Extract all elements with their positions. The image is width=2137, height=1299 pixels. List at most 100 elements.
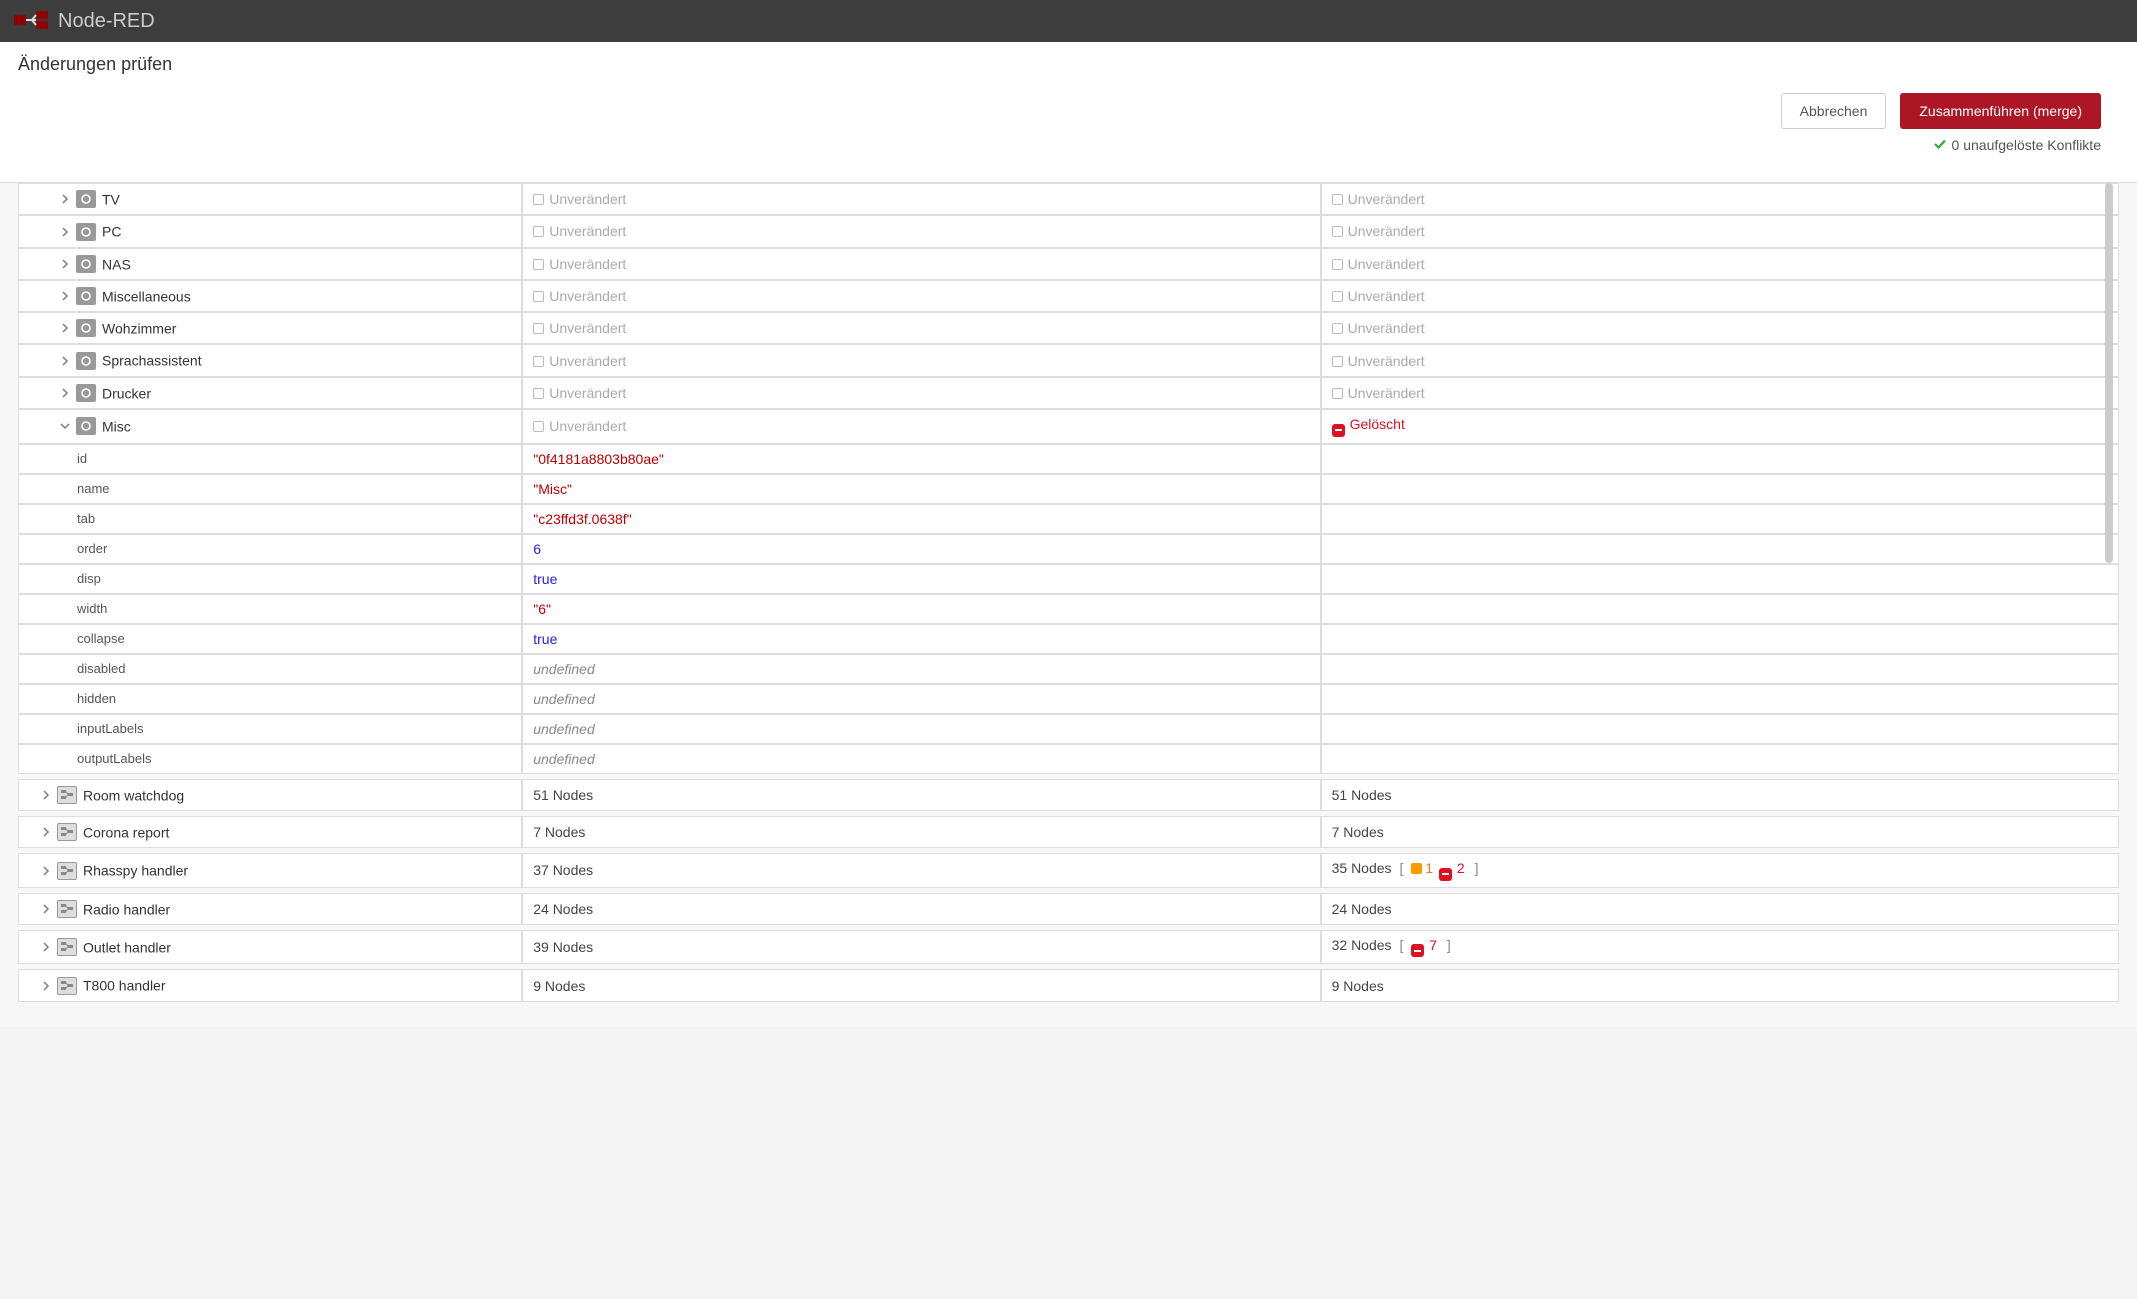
cancel-button[interactable]: Abbrechen <box>1781 93 1887 129</box>
chevron-right-icon[interactable] <box>60 319 72 335</box>
node-count: 9 Nodes <box>533 978 585 994</box>
prop-value: "c23ffd3f.0638f" <box>533 511 631 527</box>
group-row: NASUnverändertUnverändert <box>18 248 2119 280</box>
chevron-right-icon[interactable] <box>60 190 72 206</box>
chevron-right-icon[interactable] <box>41 823 53 839</box>
prop-key: order <box>18 534 522 564</box>
prop-row: disabledundefined <box>18 654 2119 684</box>
prop-key: name <box>18 474 522 504</box>
merge-button[interactable]: Zusammenführen (merge) <box>1900 93 2101 129</box>
node-count: 9 Nodes <box>1332 978 1384 994</box>
prop-right-empty <box>1321 564 2119 594</box>
prop-key: hidden <box>18 684 522 714</box>
chevron-right-icon[interactable] <box>60 287 72 303</box>
app-title: Node-RED <box>58 10 155 33</box>
unchanged-label: Unverändert <box>1348 385 1425 401</box>
nodered-logo-icon <box>14 11 48 32</box>
subflow-icon <box>57 900 77 918</box>
node-count: 51 Nodes <box>1332 787 1392 803</box>
unchanged-label: Unverändert <box>549 353 626 369</box>
prop-row: disptrue <box>18 564 2119 594</box>
unchanged-icon <box>533 291 544 302</box>
chevron-right-icon[interactable] <box>41 900 53 916</box>
prop-row: outputLabelsundefined <box>18 744 2119 774</box>
subflow-icon <box>57 823 77 841</box>
group-icon <box>76 417 96 435</box>
prop-key: width <box>18 594 522 624</box>
prop-value: "0f4181a8803b80ae" <box>533 451 664 467</box>
unchanged-label: Unverändert <box>549 385 626 401</box>
prop-row: collapse true <box>18 624 2119 654</box>
deleted-count: 7 <box>1429 937 1437 953</box>
node-count: 7 Nodes <box>533 824 585 840</box>
group-name: Miscellaneous <box>102 288 191 304</box>
subflow-row: Room watchdog51 Nodes51 Nodes <box>18 779 2119 811</box>
deleted-icon <box>1332 424 1345 437</box>
chevron-right-icon[interactable] <box>60 384 72 400</box>
diff-table: TVUnverändertUnverändertPCUnverändertUnv… <box>18 183 2119 1002</box>
prop-right-empty <box>1321 474 2119 504</box>
node-count: 35 Nodes <box>1332 860 1392 876</box>
group-row-misc: Misc Unverändert Gelöscht <box>18 409 2119 444</box>
unchanged-icon <box>1332 323 1343 334</box>
dialog-title: Änderungen prüfen <box>18 54 2119 75</box>
subflow-name: Outlet handler <box>83 939 171 955</box>
chevron-right-icon[interactable] <box>60 351 72 367</box>
node-count: 32 Nodes <box>1332 937 1392 953</box>
review-changes-dialog: Änderungen prüfen Abbrechen Zusammenführ… <box>0 42 2137 1027</box>
prop-value: true <box>533 631 557 647</box>
prop-row: order6 <box>18 534 2119 564</box>
prop-value: undefined <box>533 721 595 737</box>
chevron-right-icon[interactable] <box>41 976 53 992</box>
prop-key: outputLabels <box>18 744 522 774</box>
group-icon <box>76 223 96 241</box>
prop-right-empty <box>1321 684 2119 714</box>
group-row: WohzimmerUnverändertUnverändert <box>18 312 2119 344</box>
chevron-right-icon[interactable] <box>41 786 53 802</box>
unchanged-icon <box>1332 226 1343 237</box>
check-icon <box>1933 137 1947 154</box>
subflow-icon <box>57 786 77 804</box>
prop-key: disabled <box>18 654 522 684</box>
group-name: Misc <box>102 418 131 434</box>
prop-row: inputLabelsundefined <box>18 714 2119 744</box>
node-count: 7 Nodes <box>1332 824 1384 840</box>
chevron-right-icon[interactable] <box>41 861 53 877</box>
chevron-right-icon[interactable] <box>60 255 72 271</box>
group-icon <box>76 287 96 305</box>
unchanged-label: Unverändert <box>549 256 626 272</box>
unchanged-icon <box>533 259 544 270</box>
group-name: Drucker <box>102 385 151 401</box>
chevron-right-icon[interactable] <box>60 222 72 238</box>
node-count: 37 Nodes <box>533 862 593 878</box>
group-row: SprachassistentUnverändertUnverändert <box>18 344 2119 376</box>
group-name: PC <box>102 224 121 240</box>
node-count: 24 Nodes <box>533 901 593 917</box>
unchanged-icon <box>1332 194 1343 205</box>
deleted-label: Gelöscht <box>1350 416 1405 432</box>
changed-icon <box>1411 863 1422 874</box>
group-row: Drucker Unverändert Unverändert <box>18 377 2119 409</box>
unchanged-icon <box>533 356 544 367</box>
unchanged-icon <box>1332 259 1343 270</box>
subflow-name: Corona report <box>83 824 169 840</box>
group-name: Wohzimmer <box>102 320 176 336</box>
group-row: MiscellaneousUnverändertUnverändert <box>18 280 2119 312</box>
unchanged-label: Unverändert <box>549 418 626 434</box>
unchanged-label: Unverändert <box>1348 191 1425 207</box>
subflow-name: Radio handler <box>83 901 170 917</box>
unchanged-label: Unverändert <box>1348 353 1425 369</box>
prop-key: collapse <box>18 624 522 654</box>
changed-count: 1 <box>1425 860 1433 876</box>
chevron-right-icon[interactable] <box>41 938 53 954</box>
unchanged-icon <box>533 226 544 237</box>
subflow-name: T800 handler <box>83 978 166 994</box>
unchanged-label: Unverändert <box>549 223 626 239</box>
prop-row: id"0f4181a8803b80ae" <box>18 444 2119 474</box>
prop-key: tab <box>18 504 522 534</box>
chevron-down-icon[interactable] <box>60 417 72 433</box>
subflow-icon <box>57 938 77 956</box>
deleted-icon <box>1439 868 1452 881</box>
group-name: NAS <box>102 256 131 272</box>
node-count: 24 Nodes <box>1332 901 1392 917</box>
